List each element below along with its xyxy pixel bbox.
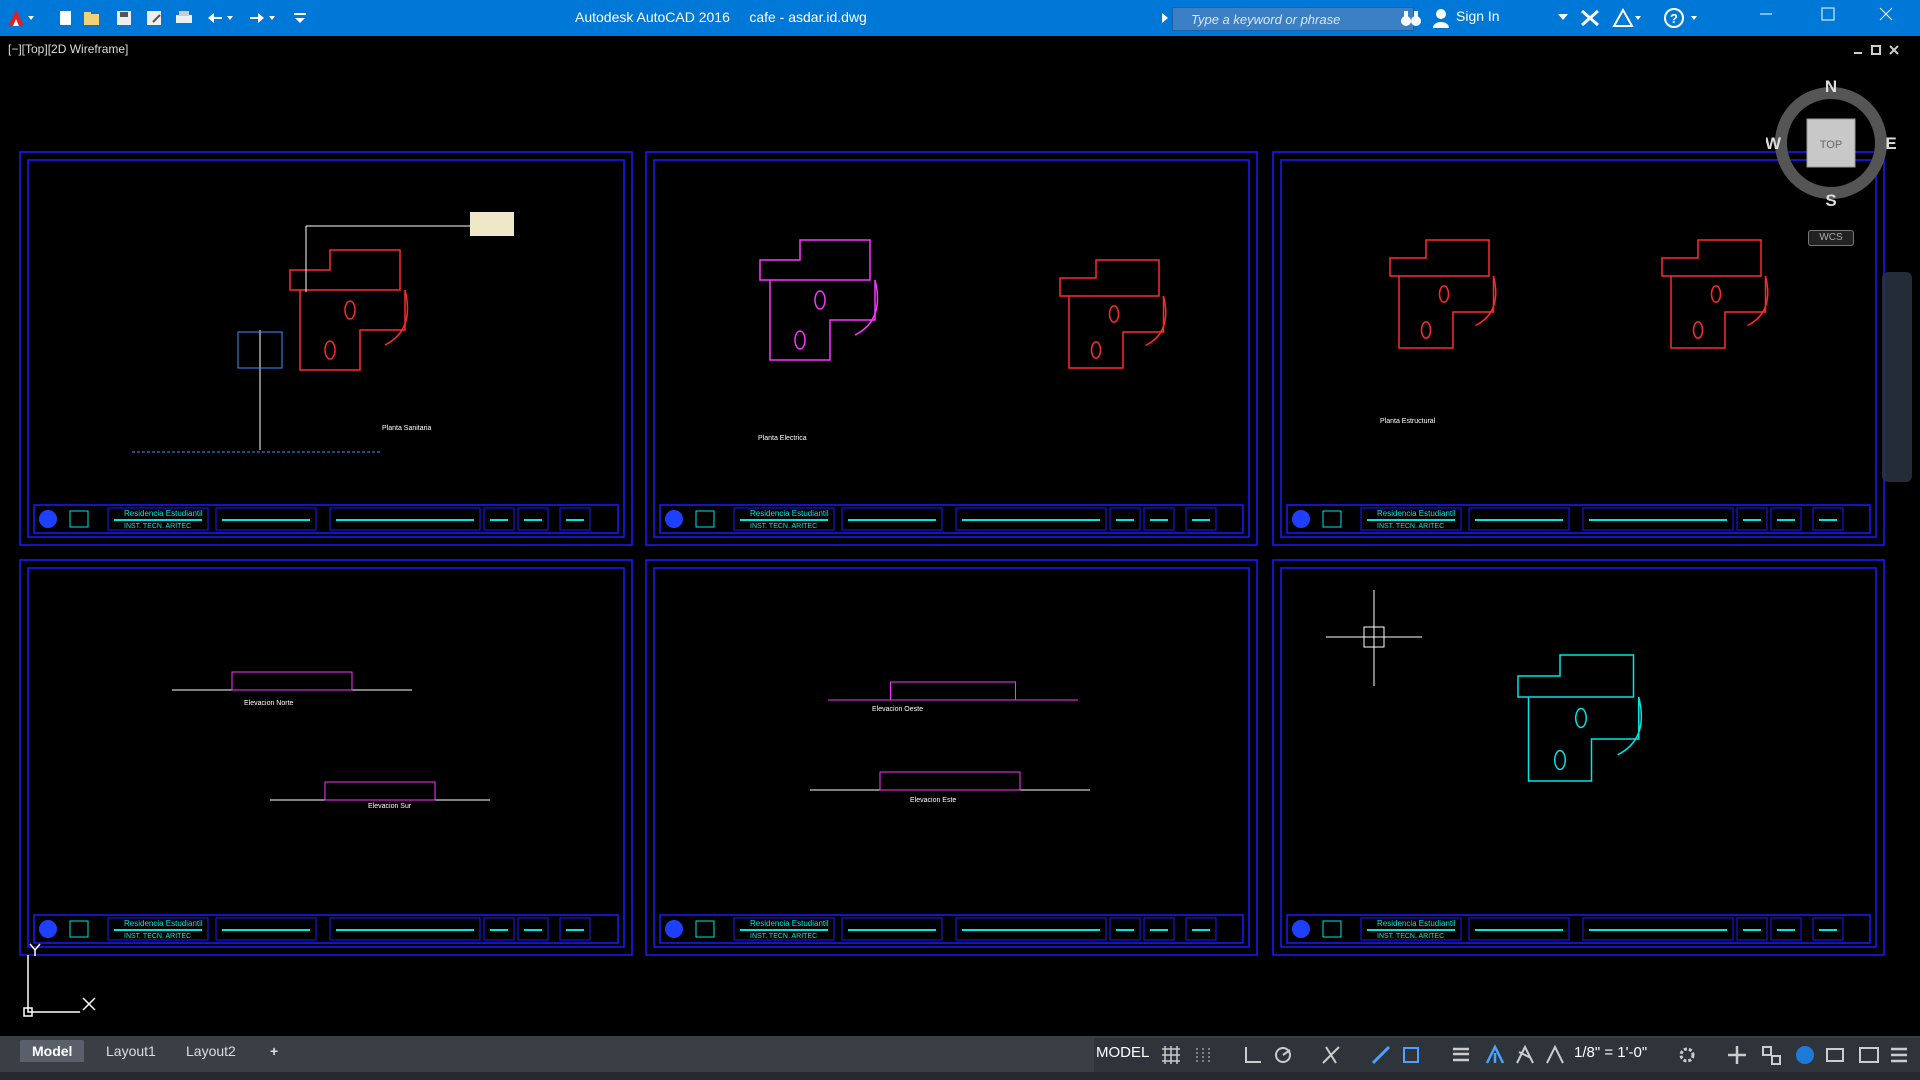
customize-icon[interactable]: [1888, 1044, 1910, 1066]
bottom-strip: [0, 1072, 1920, 1080]
auto-scale-icon[interactable]: [1514, 1044, 1536, 1066]
plus-icon[interactable]: [1726, 1044, 1748, 1066]
viewport-controls-label[interactable]: [−][Top][2D Wireframe]: [8, 42, 128, 56]
navigation-bar[interactable]: [1882, 272, 1912, 482]
redo-icon[interactable]: [246, 10, 276, 26]
drawing-canvas[interactable]: [0, 36, 1920, 1036]
snap-icon[interactable]: [1192, 1044, 1214, 1066]
user-icon[interactable]: [1432, 8, 1450, 28]
saveas-icon[interactable]: [144, 10, 164, 26]
ortho-icon[interactable]: [1242, 1044, 1264, 1066]
polar-icon[interactable]: [1272, 1044, 1294, 1066]
search-expand-icon[interactable]: [1160, 12, 1170, 24]
undo-icon[interactable]: [204, 10, 234, 26]
open-icon[interactable]: [82, 10, 102, 26]
annotation-scale-value[interactable]: 1/8" = 1'-0": [1574, 1044, 1647, 1061]
close-button[interactable]: [1858, 0, 1914, 36]
compass-north: N: [1825, 78, 1837, 96]
add-layout-button[interactable]: +: [258, 1040, 290, 1062]
viewport-window-controls[interactable]: [1852, 44, 1902, 59]
autocad-logo-icon[interactable]: [6, 8, 36, 28]
title-bar: Autodesk AutoCAD 2016 cafe - asdar.id.dw…: [0, 0, 1920, 36]
workspace-dropdown-icon[interactable]: [290, 10, 310, 26]
sign-in-label: Sign In: [1456, 8, 1500, 24]
close-icon: [1879, 7, 1893, 21]
osnap-icon[interactable]: [1400, 1044, 1422, 1066]
minimize-icon: [1760, 13, 1772, 15]
osnap-tracking-icon[interactable]: [1320, 1044, 1342, 1066]
sign-in-button[interactable]: Sign In: [1456, 8, 1596, 28]
annotation-visibility-icon[interactable]: [1484, 1044, 1506, 1066]
help-icon[interactable]: ?: [1664, 8, 1700, 28]
maximize-icon: [1821, 7, 1835, 21]
annotation-scale-icon[interactable]: [1544, 1044, 1566, 1066]
a360-icon[interactable]: [1612, 8, 1642, 28]
isodraft-icon[interactable]: [1370, 1044, 1392, 1066]
workspace-icon[interactable]: [1676, 1044, 1698, 1066]
search-box[interactable]: [1172, 7, 1414, 31]
binoculars-icon[interactable]: [1400, 9, 1422, 27]
compass-south: S: [1825, 191, 1836, 208]
minimize-button[interactable]: [1738, 0, 1794, 36]
fullscreen-icon[interactable]: [1858, 1044, 1880, 1066]
new-icon[interactable]: [56, 10, 76, 26]
maximize-button[interactable]: [1800, 0, 1856, 36]
compass-east: E: [1885, 134, 1896, 153]
viewcube[interactable]: TOP N S E W: [1766, 78, 1896, 208]
tab-layout1[interactable]: Layout1: [94, 1040, 168, 1062]
svg-text:TOP: TOP: [1820, 139, 1842, 151]
app-title: Autodesk AutoCAD 2016 cafe - asdar.id.dw…: [575, 9, 867, 25]
sign-in-dropdown-icon[interactable]: [1558, 14, 1568, 22]
plot-icon[interactable]: [174, 10, 194, 26]
hardware-acceleration-icon[interactable]: [1824, 1044, 1846, 1066]
svg-text:?: ?: [1670, 11, 1678, 26]
grid-icon[interactable]: [1160, 1044, 1182, 1066]
tab-layout2[interactable]: Layout2: [174, 1040, 248, 1062]
compass-west: W: [1766, 134, 1782, 153]
lineweight-icon[interactable]: [1450, 1044, 1472, 1066]
save-icon[interactable]: [114, 10, 134, 26]
search-input[interactable]: [1189, 10, 1411, 28]
ucs-menu-button[interactable]: WCS: [1808, 230, 1854, 246]
isolate-objects-icon[interactable]: [1794, 1044, 1816, 1066]
exchange-icon[interactable]: [1580, 9, 1600, 27]
model-space-button[interactable]: MODEL: [1096, 1044, 1149, 1061]
tab-model[interactable]: Model: [20, 1040, 85, 1062]
units-icon[interactable]: [1760, 1044, 1782, 1066]
